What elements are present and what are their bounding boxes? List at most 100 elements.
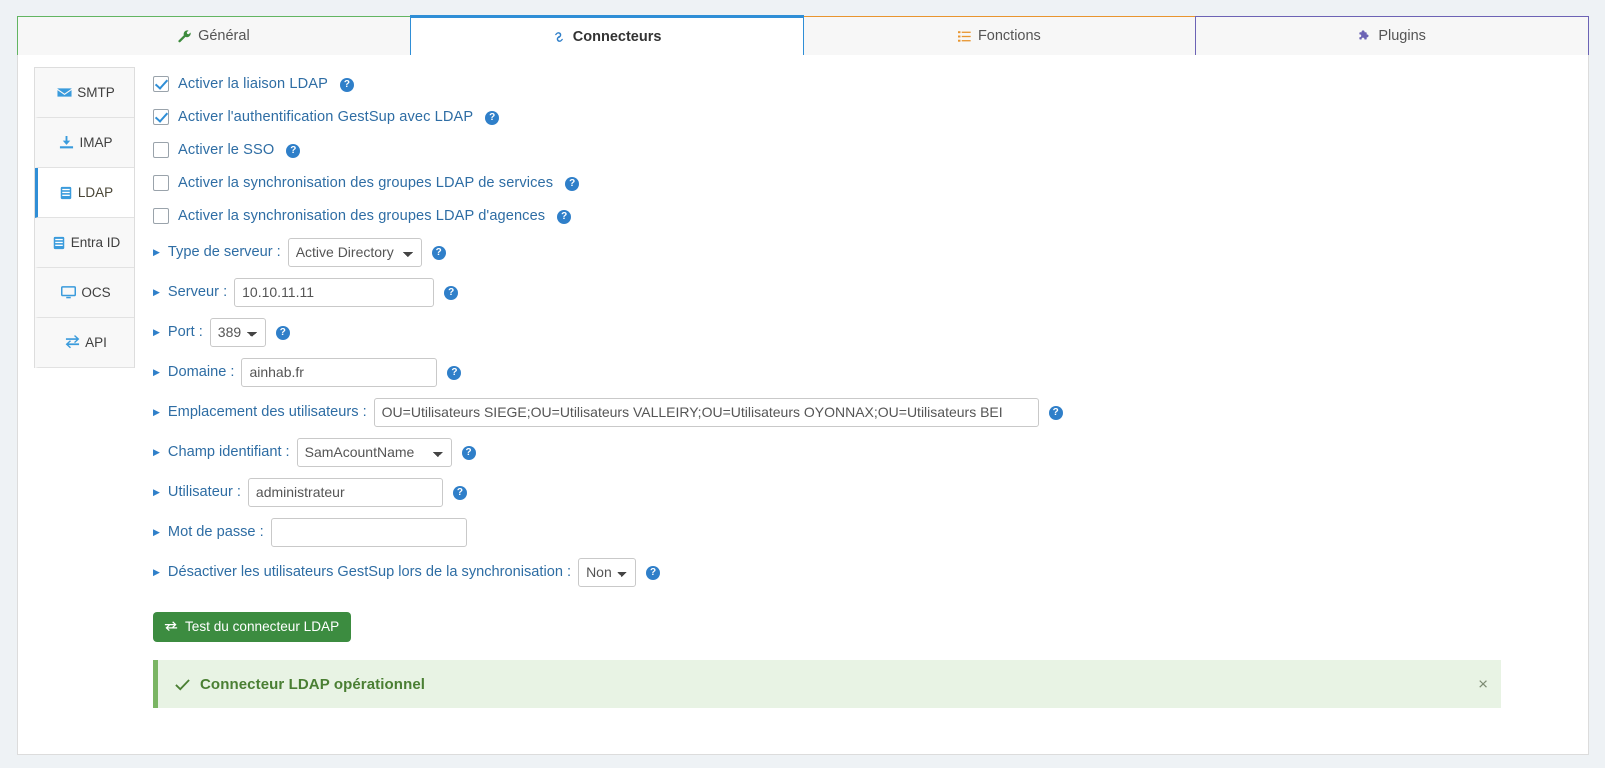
- cutoff-fragment-left: [24, 0, 28, 11]
- checkbox-row-auth-gestsup: Activer l'authentification GestSup avec …: [153, 100, 1574, 133]
- checkbox-row-sync-groupes-services: Activer la synchronisation des groupes L…: [153, 166, 1574, 199]
- desktop-icon: [61, 285, 77, 300]
- checkbox-row-sync-groupes-agences: Activer la synchronisation des groupes L…: [153, 199, 1574, 232]
- tab-plugins-label: Plugins: [1378, 28, 1426, 44]
- checkbox-label: Activer le SSO: [178, 141, 275, 158]
- list-icon: [957, 30, 971, 43]
- exchange-icon: [65, 335, 80, 350]
- sidebar-item-label: API: [85, 335, 107, 350]
- disable-users-select[interactable]: Non: [578, 557, 637, 587]
- main-tab-bar: Général Connecteurs Fonctions Plugins: [17, 15, 1589, 55]
- sidebar-item-label: SMTP: [77, 85, 115, 100]
- field-label: Utilisateur :: [167, 484, 241, 500]
- field-row-id-field: ▶ Champ identifiant : SamAcountName ?: [153, 432, 1574, 472]
- sidebar-item-smtp[interactable]: SMTP: [35, 68, 134, 118]
- password-input[interactable]: [270, 517, 467, 547]
- checkbox-activer-auth-gestsup[interactable]: [153, 108, 169, 125]
- help-icon[interactable]: ?: [431, 246, 446, 260]
- sidebar-item-imap[interactable]: IMAP: [35, 118, 134, 168]
- sidebar-item-entra-id[interactable]: Entra ID: [35, 218, 134, 268]
- server-input[interactable]: [234, 277, 435, 307]
- tab-plugins[interactable]: Plugins: [1195, 16, 1589, 55]
- connectors-panel: SMTP IMAP LDAP Entra ID OCS API Activer …: [17, 55, 1589, 755]
- help-icon[interactable]: ?: [339, 77, 354, 92]
- ldap-settings-form: Activer la liaison LDAP ? Activer l'auth…: [135, 67, 1574, 757]
- help-icon[interactable]: ?: [286, 143, 301, 158]
- help-icon[interactable]: ?: [565, 176, 580, 191]
- caret-icon: ▶: [153, 326, 160, 337]
- book-icon: [59, 186, 73, 200]
- field-row-users-location: ▶ Emplacement des utilisateurs : ?: [153, 392, 1574, 432]
- sidebar-item-ldap[interactable]: LDAP: [35, 168, 134, 218]
- checkbox-label: Activer la synchronisation des groupes L…: [178, 174, 554, 191]
- connector-sidebar: SMTP IMAP LDAP Entra ID OCS API: [34, 67, 135, 368]
- test-ldap-connector-button[interactable]: Test du connecteur LDAP: [153, 612, 352, 642]
- sidebar-item-ocs[interactable]: OCS: [35, 268, 134, 318]
- help-icon[interactable]: ?: [557, 209, 572, 224]
- checkbox-activer-sso[interactable]: [153, 141, 169, 158]
- field-row-server: ▶ Serveur : ?: [153, 272, 1574, 312]
- ldap-status-alert: Connecteur LDAP opérationnel ×: [153, 660, 1501, 708]
- envelope-icon: [57, 85, 72, 100]
- sidebar-item-label: IMAP: [79, 135, 113, 150]
- download-icon: [59, 135, 74, 150]
- server-type-select[interactable]: Active Directory: [287, 237, 422, 267]
- tab-general[interactable]: Général: [17, 16, 411, 55]
- tab-fonctions[interactable]: Fonctions: [802, 16, 1197, 55]
- help-icon[interactable]: ?: [275, 326, 290, 340]
- caret-icon: ▶: [153, 366, 160, 377]
- checkbox-row-sso: Activer le SSO ?: [153, 133, 1574, 166]
- caret-icon: ▶: [153, 286, 160, 297]
- field-label: Désactiver les utilisateurs GestSup lors…: [167, 564, 572, 580]
- field-label: Champ identifiant :: [167, 444, 290, 460]
- page-top-sliver: [0, 0, 1605, 8]
- checkbox-sync-groupes-services[interactable]: [153, 174, 169, 191]
- caret-icon: ▶: [153, 566, 160, 577]
- users-location-input[interactable]: [373, 397, 1039, 427]
- field-row-user: ▶ Utilisateur : ?: [153, 472, 1574, 512]
- link-icon: [552, 30, 566, 44]
- port-select[interactable]: 389: [209, 317, 266, 347]
- sidebar-item-label: OCS: [81, 285, 111, 300]
- field-label: Mot de passe :: [167, 524, 264, 540]
- field-row-password: ▶ Mot de passe :: [153, 512, 1574, 552]
- help-icon[interactable]: ?: [1048, 406, 1063, 420]
- checkbox-label: Activer la synchronisation des groupes L…: [178, 207, 546, 224]
- help-icon[interactable]: ?: [447, 366, 462, 380]
- tab-fonctions-label: Fonctions: [977, 28, 1041, 44]
- caret-icon: ▶: [153, 486, 160, 497]
- help-icon[interactable]: ?: [646, 566, 661, 580]
- checkbox-activer-liaison-ldap[interactable]: [153, 75, 169, 92]
- field-label: Emplacement des utilisateurs :: [167, 404, 367, 420]
- caret-icon: ▶: [153, 406, 160, 417]
- id-field-select[interactable]: SamAcountName: [296, 437, 452, 467]
- tab-general-label: Général: [198, 28, 250, 44]
- book-icon: [52, 236, 66, 250]
- tab-connecteurs-label: Connecteurs: [572, 28, 662, 45]
- puzzle-icon: [1358, 29, 1371, 43]
- field-label: Domaine :: [167, 364, 235, 380]
- help-icon[interactable]: ?: [444, 286, 459, 300]
- domain-input[interactable]: [241, 357, 438, 387]
- field-row-disable-users: ▶ Désactiver les utilisateurs GestSup lo…: [153, 552, 1574, 592]
- close-icon[interactable]: ×: [1478, 676, 1488, 693]
- user-input[interactable]: [247, 477, 443, 507]
- page-right-edge: [1589, 0, 1605, 768]
- caret-icon: ▶: [153, 446, 160, 457]
- checkbox-row-liaison-ldap: Activer la liaison LDAP ?: [153, 67, 1574, 100]
- checkbox-sync-groupes-agences[interactable]: [153, 207, 169, 224]
- field-label: Port :: [167, 324, 203, 340]
- field-label: Serveur :: [167, 284, 228, 300]
- check-icon: [174, 676, 191, 693]
- help-icon[interactable]: ?: [461, 446, 476, 460]
- alert-message: Connecteur LDAP opérationnel: [200, 675, 426, 693]
- sidebar-item-api[interactable]: API: [35, 318, 134, 368]
- help-icon[interactable]: ?: [452, 486, 467, 500]
- tab-connecteurs[interactable]: Connecteurs: [409, 15, 804, 55]
- field-row-domain: ▶ Domaine : ?: [153, 352, 1574, 392]
- help-icon[interactable]: ?: [485, 110, 500, 125]
- caret-icon: ▶: [153, 526, 160, 537]
- caret-icon: ▶: [153, 246, 160, 257]
- checkbox-label: Activer l'authentification GestSup avec …: [178, 108, 474, 125]
- checkbox-label: Activer la liaison LDAP: [178, 75, 328, 92]
